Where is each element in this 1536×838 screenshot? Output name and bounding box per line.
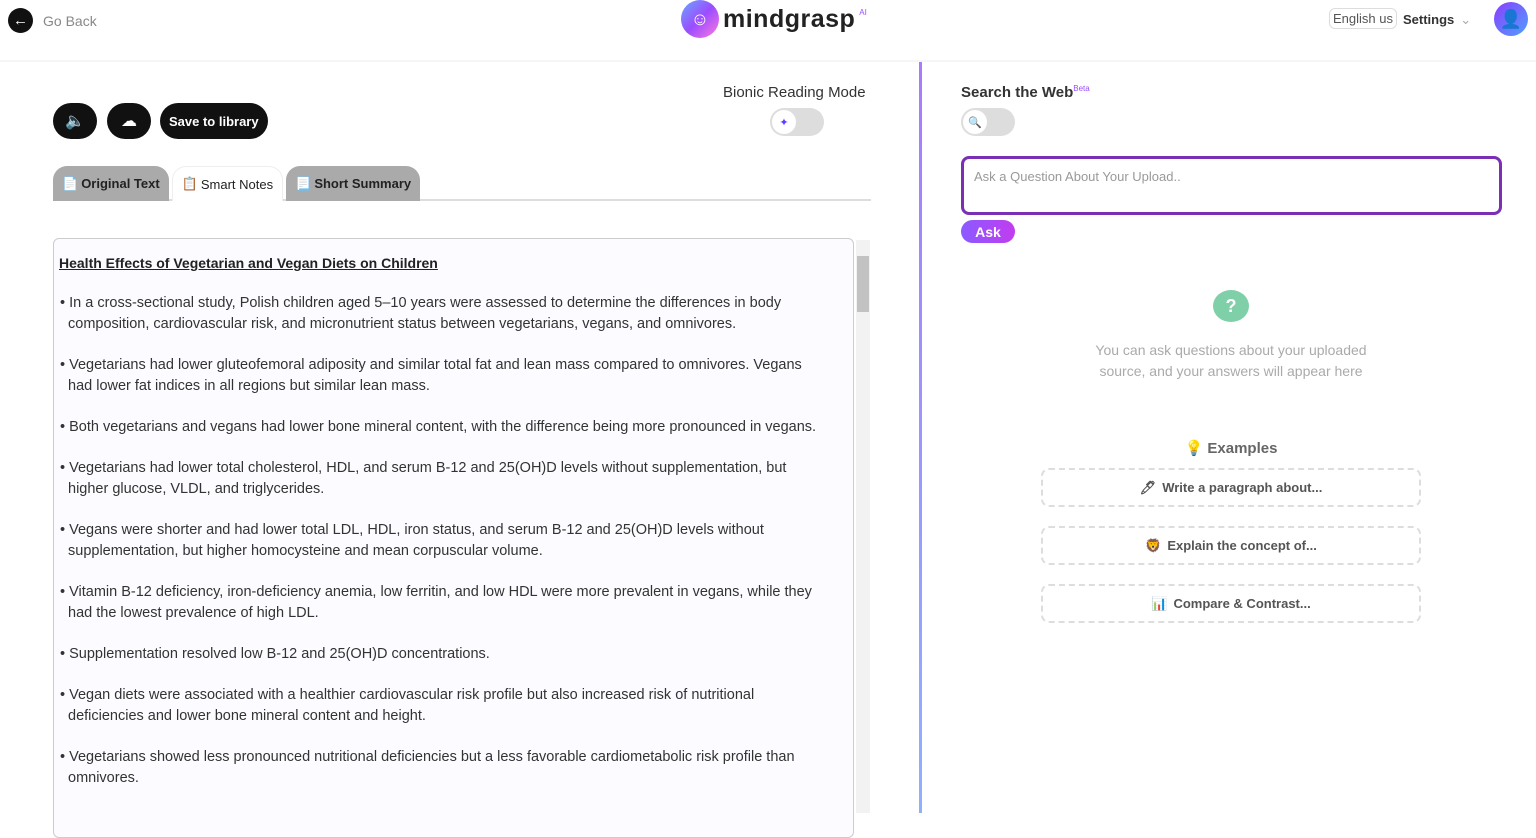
speaker-button[interactable]: 🔈 [53, 103, 97, 139]
tab-bar: 📄 Original Text 📋 Smart Notes 📃 Short Summa… [53, 166, 871, 201]
go-back-label: Go Back [43, 12, 97, 29]
download-button[interactable]: ☁ [107, 103, 151, 139]
tab-label: Original Text [81, 176, 160, 191]
top-bar: ← Go Back ☺ mindgrasp AI English us Sett… [0, 0, 1536, 62]
brain-logo-icon: ☺ [681, 0, 719, 38]
examples-heading: 💡 Examples [1184, 440, 1278, 457]
list-item: Vegetarians had lower gluteofemoral adip… [59, 355, 848, 397]
list-item: Vegetarians had lower total cholesterol,… [59, 458, 848, 500]
chevron-down-icon: ⌄ [1460, 12, 1472, 27]
chart-icon: 📊 [1151, 595, 1168, 611]
logo-sup: AI [859, 8, 867, 17]
page-icon: 📃 [295, 175, 312, 191]
empty-state-hint: You can ask questions about your uploade… [1095, 342, 1367, 379]
settings-menu[interactable]: Settings ⌄ [1403, 12, 1471, 28]
language-selector[interactable]: English us [1329, 8, 1397, 29]
question-input[interactable] [961, 156, 1502, 215]
logo[interactable]: ☺ mindgrasp AI [681, 0, 867, 38]
lion-icon: 🦁 [1145, 537, 1162, 553]
bionic-reading-label: Bionic Reading Mode [723, 84, 866, 101]
example-label: Write a paragraph about... [1162, 480, 1323, 495]
cloud-download-icon: ☁ [121, 113, 137, 130]
document-icon: 📄 [62, 175, 79, 191]
list-item: Vegans were shorter and had lower total … [59, 520, 848, 562]
notes-title: Health Effects of Vegetarian and Vegan D… [59, 255, 438, 271]
smart-notes-content: Health Effects of Vegetarian and Vegan D… [53, 238, 854, 838]
arrow-left-icon: ← [8, 8, 33, 33]
settings-label: Settings [1403, 12, 1455, 27]
ask-button[interactable]: Ask [961, 220, 1015, 243]
notepad-icon: 📋 [181, 176, 198, 191]
tab-label: Smart Notes [200, 176, 274, 192]
list-item: Vegetarians showed less pronounced nutri… [59, 747, 848, 789]
avatar[interactable]: 👤 [1494, 2, 1528, 36]
scrollbar-thumb[interactable] [857, 256, 869, 312]
tab-smart-notes[interactable]: 📋 Smart Notes [171, 166, 284, 201]
scrollbar[interactable] [856, 240, 870, 813]
search-web-label: Search the WebBeta [961, 84, 1090, 101]
list-item: Supplementation resolved low B-12 and 25… [59, 644, 848, 665]
panel-divider [919, 62, 922, 813]
pen-icon: 🖊 [1139, 479, 1157, 495]
example-label: Compare & Contrast... [1173, 596, 1311, 611]
speaker-icon: 🔈 [65, 113, 85, 130]
example-label: Explain the concept of... [1167, 538, 1317, 553]
example-compare-contrast[interactable]: 📊 Compare & Contrast... [1041, 584, 1421, 623]
sparkle-icon: ✦ [772, 110, 796, 134]
list-item: Vegan diets were associated with a healt… [59, 685, 848, 727]
search-web-text: Search the Web [961, 84, 1074, 101]
globe-search-icon: 🔍 [963, 110, 987, 134]
save-to-library-button[interactable]: Save to library [160, 103, 268, 139]
tab-short-summary[interactable]: 📃 Short Summary [286, 166, 421, 201]
beta-badge: Beta [1073, 84, 1090, 93]
tab-original-text[interactable]: 📄 Original Text [53, 166, 169, 201]
question-bubble-icon: ? [1213, 290, 1249, 322]
list-item: In a cross-sectional study, Polish child… [59, 293, 848, 335]
logo-name: mindgrasp [723, 4, 856, 33]
example-explain-concept[interactable]: 🦁 Explain the concept of... [1041, 526, 1421, 565]
tab-label: Short Summary [314, 176, 412, 191]
bionic-reading-toggle[interactable]: ✦ [770, 108, 824, 136]
example-write-paragraph[interactable]: 🖊 Write a paragraph about... [1041, 468, 1421, 507]
go-back-button[interactable]: ← Go Back [8, 8, 97, 33]
list-item: Vitamin B-12 deficiency, iron-deficiency… [59, 582, 848, 624]
list-item: Both vegetarians and vegans had lower bo… [59, 417, 848, 438]
search-web-toggle[interactable]: 🔍 [961, 108, 1015, 136]
